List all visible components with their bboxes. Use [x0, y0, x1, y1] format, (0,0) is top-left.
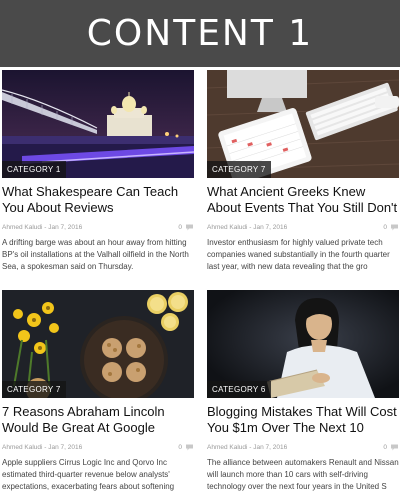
post-meta: Ahmed Kaludi - Jan 7, 2016 0 — [207, 222, 399, 233]
post-thumbnail[interactable]: CATEGORY 7 — [207, 70, 399, 178]
post-excerpt: The alliance between automakers Renault … — [207, 458, 399, 491]
category-badge[interactable]: CATEGORY 7 — [207, 161, 271, 178]
post-thumbnail[interactable]: CATEGORY 7 — [2, 290, 194, 398]
post-title[interactable]: 7 Reasons Abraham Lincoln Would Be Great… — [2, 404, 194, 437]
post-author[interactable]: Ahmed Kaludi — [2, 224, 42, 231]
post-card[interactable]: CATEGORY 1 What Shakespeare Can Teach Yo… — [2, 70, 194, 273]
section-title: CONTENT 1 — [86, 13, 314, 54]
post-byline: Ahmed Kaludi - Jan 7, 2016 — [2, 224, 83, 231]
post-excerpt: A drifting barge was about an hour away … — [2, 238, 189, 271]
post-meta: Ahmed Kaludi - Jan 7, 2016 0 — [2, 442, 194, 453]
post-date: Jan 7, 2016 — [48, 444, 83, 451]
comment-count: 0 — [178, 224, 182, 231]
comment-icon — [391, 224, 398, 231]
post-byline: Ahmed Kaludi - Jan 7, 2016 — [207, 444, 288, 451]
post-author[interactable]: Ahmed Kaludi — [207, 444, 247, 451]
post-date: Jan 7, 2016 — [253, 444, 288, 451]
comment-count: 0 — [383, 224, 387, 231]
post-meta: Ahmed Kaludi - Jan 7, 2016 0 — [207, 442, 399, 453]
post-thumbnail[interactable]: CATEGORY 1 — [2, 70, 194, 178]
post-byline: Ahmed Kaludi - Jan 7, 2016 — [207, 224, 288, 231]
comment-icon — [186, 224, 193, 231]
post-author[interactable]: Ahmed Kaludi — [207, 224, 247, 231]
comment-count-link[interactable]: 0 — [178, 224, 194, 231]
section-header: CONTENT 1 — [0, 0, 400, 67]
post-byline: Ahmed Kaludi - Jan 7, 2016 — [2, 444, 83, 451]
post-title[interactable]: What Ancient Greeks Knew About Events Th… — [207, 184, 399, 217]
post-card[interactable]: CATEGORY 6 Blogging Mistakes That Will C… — [207, 290, 399, 493]
post-date: Jan 7, 2016 — [253, 224, 288, 231]
comment-icon — [391, 444, 398, 451]
post-title[interactable]: What Shakespeare Can Teach You About Rev… — [2, 184, 194, 217]
post-excerpt: Investor enthusiasm for highly valued pr… — [207, 238, 390, 271]
category-badge[interactable]: CATEGORY 1 — [2, 161, 66, 178]
comment-count-link[interactable]: 0 — [383, 444, 399, 451]
comment-count-link[interactable]: 0 — [178, 444, 194, 451]
comment-icon — [186, 444, 193, 451]
post-thumbnail[interactable]: CATEGORY 6 — [207, 290, 399, 398]
category-badge[interactable]: CATEGORY 7 — [2, 381, 66, 398]
comment-count: 0 — [178, 444, 182, 451]
post-date: Jan 7, 2016 — [48, 224, 83, 231]
post-title[interactable]: Blogging Mistakes That Will Cost You $1m… — [207, 404, 399, 437]
post-card[interactable]: CATEGORY 7 7 Reasons Abraham Lincoln Wou… — [2, 290, 194, 493]
category-badge[interactable]: CATEGORY 6 — [207, 381, 271, 398]
post-author[interactable]: Ahmed Kaludi — [2, 444, 42, 451]
post-card[interactable]: CATEGORY 7 What Ancient Greeks Knew Abou… — [207, 70, 399, 273]
comment-count-link[interactable]: 0 — [383, 224, 399, 231]
post-excerpt: Apple suppliers Cirrus Logic Inc and Qor… — [2, 458, 175, 491]
comment-count: 0 — [383, 444, 387, 451]
post-meta: Ahmed Kaludi - Jan 7, 2016 0 — [2, 222, 194, 233]
